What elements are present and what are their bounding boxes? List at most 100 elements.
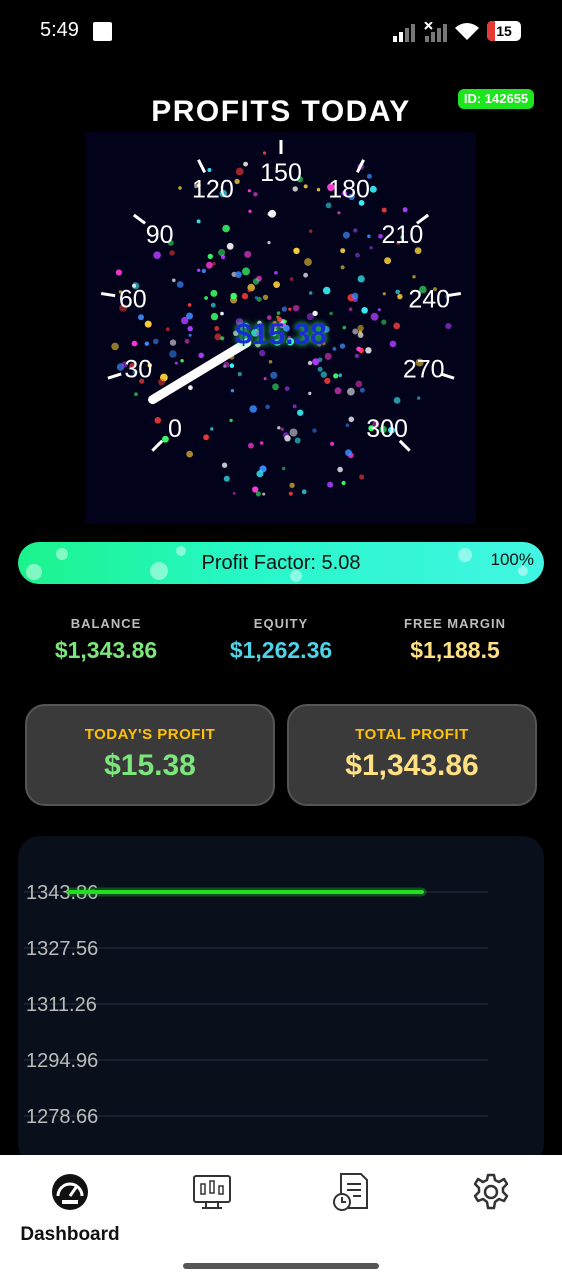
- gauge-particle: [341, 480, 346, 486]
- gauge-particle: [303, 184, 308, 189]
- gauge-particle: [353, 228, 358, 233]
- gauge-particle: [230, 389, 235, 393]
- bottom-nav: Dashboard: [0, 1155, 562, 1280]
- gauge-particle: [235, 167, 244, 176]
- gauge-particle: [244, 250, 252, 258]
- profit-factor-bar: Profit Factor: 5.08 100%: [18, 542, 544, 584]
- gauge-particle: [223, 361, 230, 368]
- gauge-particle: [210, 289, 218, 297]
- gauge-particle: [172, 278, 176, 283]
- gauge-particle: [249, 405, 257, 413]
- home-indicator: [183, 1263, 379, 1269]
- gauge-particle: [294, 437, 301, 444]
- gauge-particle: [333, 373, 339, 379]
- gauge-particle: [288, 491, 293, 496]
- gauge-particle: [382, 292, 386, 296]
- nav-trading[interactable]: [162, 1175, 262, 1260]
- gauge-particle: [397, 293, 403, 300]
- gauge-particle: [259, 441, 264, 445]
- equity-chart: 1343.86 1327.56 1311.26 1294.96 1278.66: [18, 836, 544, 1166]
- chart-y-tick-label: 1327.56: [26, 938, 98, 960]
- gauge-particle: [197, 268, 201, 272]
- gear-icon: [473, 1173, 509, 1210]
- gauge-particle: [262, 492, 266, 496]
- gauge-particle: [377, 308, 381, 312]
- gauge-particle: [235, 271, 242, 278]
- nav-dashboard-label: Dashboard: [20, 1224, 120, 1245]
- gauge-particle: [222, 224, 230, 233]
- gauge-particle: [198, 352, 204, 359]
- gauge-particle: [277, 426, 281, 430]
- gauge-particle: [186, 450, 193, 458]
- status-bar: 5:49 15: [0, 0, 562, 56]
- gauge-particle: [270, 371, 278, 379]
- gauge-particle: [301, 489, 307, 495]
- gauge-tick-mark: [197, 159, 207, 173]
- gauge-particle: [262, 294, 269, 300]
- gauge-particle: [357, 275, 365, 283]
- gauge-tick-mark: [132, 213, 146, 225]
- gauge-particle: [153, 251, 161, 259]
- gauge-particle: [263, 377, 267, 381]
- free-margin-stat: FREE MARGIN $1,188.5: [370, 616, 540, 664]
- clock: 5:49: [40, 19, 79, 41]
- gauge-particle: [229, 418, 233, 423]
- gauge-particle: [354, 353, 359, 358]
- gauge-tick-mark: [100, 292, 116, 298]
- gauge-particle: [203, 434, 209, 441]
- gauge-particle: [412, 275, 416, 279]
- gauge-particle: [187, 303, 192, 307]
- nav-history[interactable]: [301, 1173, 401, 1260]
- gauge-particle: [262, 151, 267, 155]
- signal-no-service-icon: [424, 22, 447, 42]
- gauge-particle: [330, 441, 335, 446]
- profit-factor-label: Profit Factor: 5.08: [201, 552, 361, 574]
- speedometer-icon: [52, 1174, 88, 1210]
- gauge-particle: [267, 241, 271, 245]
- total-profit-card[interactable]: TOTAL PROFIT $1,343.86: [287, 704, 537, 806]
- gauge-particle: [297, 409, 304, 416]
- nav-dashboard[interactable]: Dashboard: [20, 1174, 120, 1260]
- gauge-particle: [234, 178, 240, 185]
- gauge-tick-label: 120: [192, 175, 234, 203]
- gauge-particle: [281, 466, 286, 471]
- gauge-particle: [348, 307, 353, 311]
- gauge-particle: [229, 363, 235, 368]
- gauge-tick-mark: [151, 439, 164, 452]
- gauge-particle: [248, 442, 254, 449]
- gauge-particle: [284, 386, 290, 391]
- gauge-particle: [329, 311, 333, 316]
- gauge-tick-label: 180: [328, 175, 370, 203]
- total-profit-value: $1,343.86: [345, 749, 479, 782]
- gauge-tick-label: 60: [119, 286, 147, 314]
- gauge-particle: [324, 352, 332, 360]
- signal-icon: [393, 24, 415, 42]
- gauge-particle: [207, 253, 213, 260]
- nav-settings[interactable]: [441, 1173, 541, 1260]
- gauge-particle: [289, 277, 294, 281]
- account-id-badge: ID: 142655: [458, 89, 534, 109]
- gauge-particle: [381, 207, 387, 213]
- gauge-particle: [237, 372, 242, 377]
- gauge-particle: [340, 248, 346, 254]
- gauge-particle: [355, 252, 360, 258]
- gauge-particle: [180, 359, 184, 363]
- free-margin-label: FREE MARGIN: [404, 616, 506, 631]
- gauge-particle: [289, 482, 295, 488]
- gauge-particle: [247, 289, 251, 293]
- gauge-particle: [308, 391, 312, 395]
- gauge-particle: [327, 481, 334, 488]
- gauge-particle: [320, 371, 327, 378]
- gauge-particle: [248, 209, 252, 213]
- gauge-particle: [176, 281, 184, 288]
- gauge-tick-label: 30: [124, 355, 152, 383]
- gauge-particle: [252, 278, 260, 285]
- todays-profit-card[interactable]: TODAY'S PROFIT $15.38: [25, 704, 275, 806]
- gauge-particle: [316, 188, 321, 192]
- gauge-particle: [417, 396, 421, 400]
- gauge-particle: [293, 247, 300, 254]
- gauge-particle: [281, 306, 287, 312]
- gauge-particle: [345, 423, 350, 428]
- gauge-tick-label: 0: [168, 415, 182, 443]
- gauge-particle: [384, 257, 392, 265]
